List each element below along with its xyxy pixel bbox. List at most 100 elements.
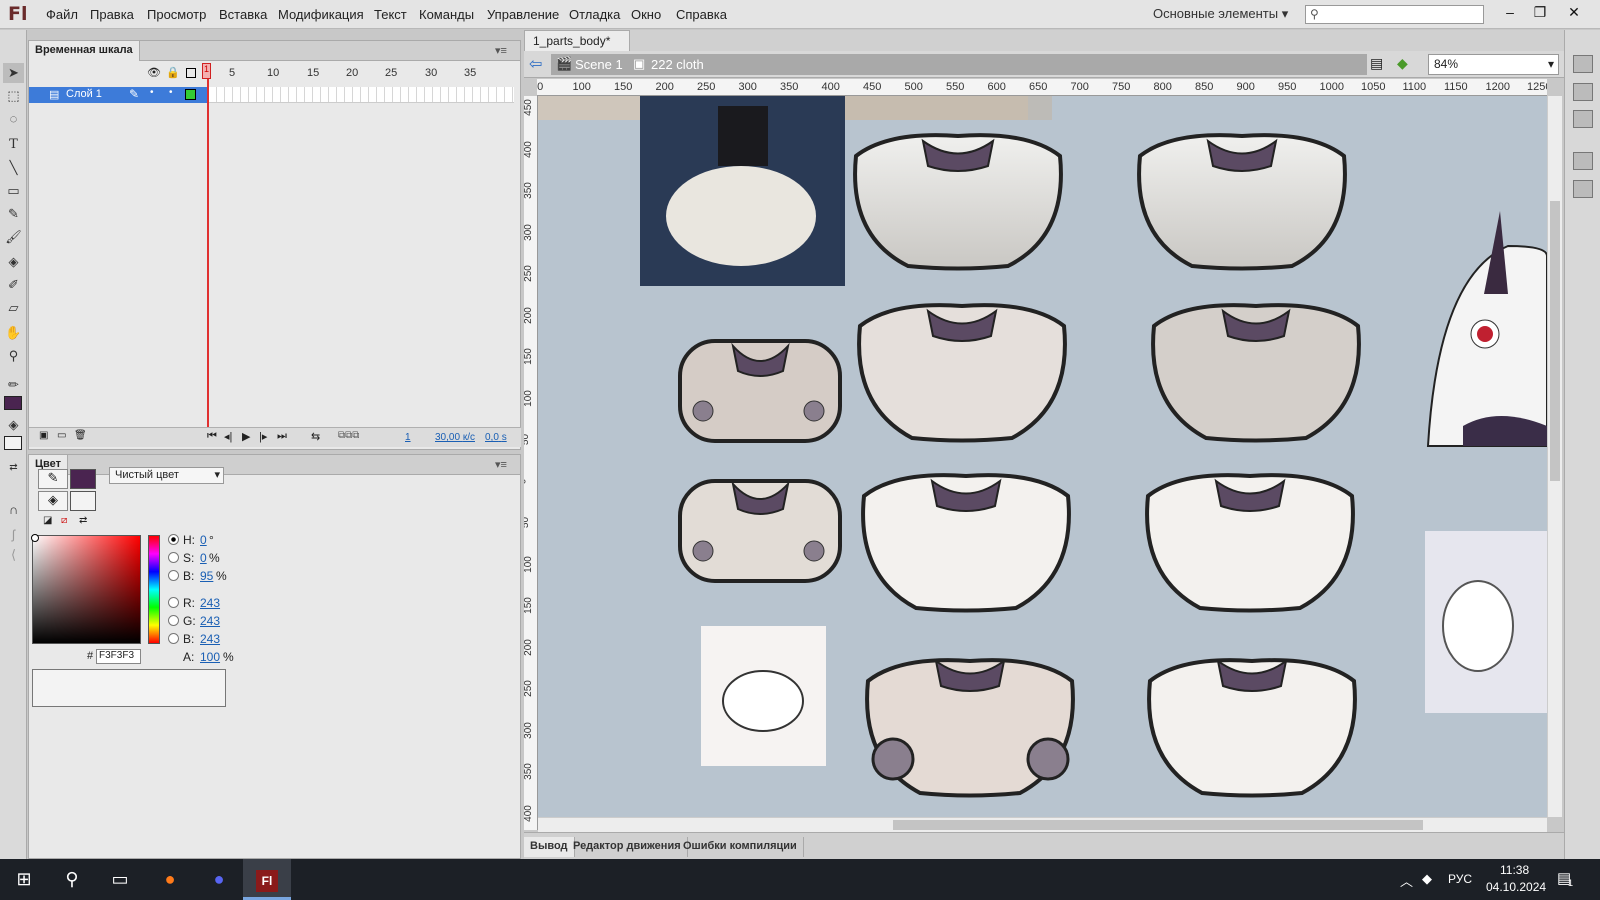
- layer-name-cell[interactable]: ▤ Слой 1 ✎ • •: [29, 87, 209, 103]
- fill-type-select[interactable]: Чистый цвет ▾: [109, 467, 224, 484]
- search-icon[interactable]: ⚲: [48, 859, 96, 900]
- lasso-tool-icon[interactable]: ◌: [3, 109, 24, 129]
- onion-skin-icon[interactable]: ⧉⧉⧉: [338, 430, 359, 441]
- menu-file[interactable]: Файл: [46, 7, 78, 22]
- zoom-select[interactable]: 84% ▾: [1428, 54, 1559, 75]
- subselection-tool-icon[interactable]: ⬚: [3, 86, 24, 106]
- fill-color-well[interactable]: [70, 491, 96, 511]
- firefox-icon[interactable]: ●: [146, 859, 194, 900]
- color-panel-menu-icon[interactable]: ▾≡: [495, 458, 507, 471]
- next-frame-icon[interactable]: |▸: [259, 430, 267, 443]
- b-value[interactable]: 95: [200, 569, 213, 583]
- eyedropper-icon[interactable]: ✐: [3, 275, 24, 295]
- stroke-color-swatch[interactable]: [4, 396, 22, 410]
- h-value[interactable]: 0: [200, 533, 207, 547]
- workspace-dropdown[interactable]: Основные элементы ▾: [1153, 6, 1288, 22]
- text-tool-icon[interactable]: T: [3, 135, 24, 155]
- stage-canvas[interactable]: [538, 96, 1547, 817]
- transform-icon[interactable]: [1573, 110, 1593, 128]
- back-arrow-icon[interactable]: ⇦: [529, 54, 542, 74]
- minimize-button[interactable]: –: [1496, 2, 1524, 24]
- library-icon[interactable]: [1573, 83, 1593, 101]
- rectangle-tool-icon[interactable]: ▭: [3, 181, 24, 201]
- stroke-color-well[interactable]: [70, 469, 96, 489]
- menu-help[interactable]: Справка: [676, 7, 727, 22]
- breadcrumb-symbol[interactable]: 222 cloth: [651, 57, 704, 72]
- default-colors-icon[interactable]: ◪: [43, 515, 52, 526]
- horizontal-scrollbar[interactable]: [538, 817, 1547, 832]
- radio-r[interactable]: [168, 597, 179, 608]
- search-input[interactable]: ⚲: [1305, 5, 1484, 24]
- loop-icon[interactable]: ⇆: [311, 430, 320, 443]
- menu-debug[interactable]: Отладка: [569, 7, 620, 22]
- close-button[interactable]: ✕: [1560, 2, 1588, 24]
- playhead[interactable]: 1: [202, 63, 211, 79]
- fps-value[interactable]: 30,00 к/с: [435, 432, 475, 443]
- zoom-tool-icon[interactable]: ⚲: [3, 346, 24, 366]
- vertical-scrollbar[interactable]: [1547, 96, 1562, 817]
- prev-frame-icon[interactable]: ◂|: [224, 430, 232, 443]
- lock-dot[interactable]: •: [169, 87, 173, 98]
- brush-tool-icon[interactable]: 🖌: [3, 227, 24, 247]
- document-tab[interactable]: 1_parts_body* ×: [524, 30, 630, 62]
- line-tool-icon[interactable]: ╲: [3, 158, 24, 178]
- frames-grid[interactable]: [209, 87, 514, 103]
- hex-input[interactable]: F3F3F3: [96, 649, 141, 664]
- flash-taskbar-icon[interactable]: Fl: [243, 859, 291, 900]
- swap-colors-icon[interactable]: ⇄: [3, 458, 24, 478]
- straighten-icon[interactable]: ⟨: [3, 545, 24, 565]
- s-value[interactable]: 0: [200, 551, 207, 565]
- components-icon[interactable]: [1573, 152, 1593, 170]
- alpha-value[interactable]: 100: [200, 650, 220, 664]
- radio-b[interactable]: [168, 570, 179, 581]
- hand-tool-icon[interactable]: ✋: [3, 323, 24, 343]
- outline-icon[interactable]: [186, 68, 196, 78]
- r-value[interactable]: 243: [200, 596, 220, 610]
- stroke-pencil-icon[interactable]: ✎: [38, 469, 68, 489]
- no-color-icon[interactable]: ⧄: [61, 515, 67, 526]
- blue-value[interactable]: 243: [200, 632, 220, 646]
- clock-date[interactable]: 04.10.2024: [1486, 880, 1546, 894]
- smooth-icon[interactable]: ʃ: [3, 525, 24, 545]
- language-indicator[interactable]: РУС: [1448, 872, 1472, 886]
- lock-icon[interactable]: 🔒: [166, 66, 180, 79]
- play-icon[interactable]: ▶: [242, 430, 250, 443]
- dropbox-icon[interactable]: ◆: [1422, 871, 1432, 887]
- g-value[interactable]: 243: [200, 614, 220, 628]
- picker-cursor[interactable]: [31, 534, 39, 542]
- menu-commands[interactable]: Команды: [419, 7, 474, 22]
- tray-chevron-icon[interactable]: ︿: [1400, 871, 1413, 890]
- current-frame-value[interactable]: 1: [405, 432, 411, 443]
- menu-window[interactable]: Окно: [631, 7, 661, 22]
- stroke-color-icon[interactable]: ✏: [3, 375, 24, 395]
- menu-view[interactable]: Просмотр: [147, 7, 206, 22]
- windows-start-icon[interactable]: ⊞: [0, 859, 48, 900]
- menu-modify[interactable]: Модификация: [278, 7, 364, 22]
- eraser-icon[interactable]: ▱: [3, 298, 24, 318]
- clock-time[interactable]: 11:38: [1500, 863, 1529, 877]
- delete-layer-icon[interactable]: 🗑: [74, 430, 87, 441]
- radio-h[interactable]: [168, 534, 179, 545]
- edit-scene-icon[interactable]: ▤: [1370, 55, 1383, 72]
- radio-blue[interactable]: [168, 633, 179, 644]
- stage-artwork[interactable]: [538, 96, 1547, 817]
- properties-icon[interactable]: [1573, 55, 1593, 73]
- layer-color-swatch[interactable]: [185, 89, 196, 100]
- visibility-dot[interactable]: •: [150, 87, 154, 98]
- discord-icon[interactable]: ●: [195, 859, 243, 900]
- timeline-tab[interactable]: Временная шкала: [29, 41, 140, 61]
- paint-bucket-icon[interactable]: ◈: [3, 252, 24, 272]
- hue-slider[interactable]: [148, 535, 160, 644]
- new-layer-icon[interactable]: ▣: [39, 430, 48, 441]
- horizontal-scroll-thumb[interactable]: [893, 820, 1423, 830]
- restore-button[interactable]: ❐: [1526, 2, 1554, 24]
- menu-control[interactable]: Управление: [487, 7, 559, 22]
- eye-icon[interactable]: 👁: [147, 66, 161, 79]
- fill-color-icon[interactable]: ◈: [3, 415, 24, 435]
- fill-color-swatch[interactable]: [4, 436, 22, 450]
- layer-row[interactable]: ▤ Слой 1 ✎ • •: [29, 87, 521, 103]
- radio-g[interactable]: [168, 615, 179, 626]
- saturation-brightness-picker[interactable]: [32, 535, 141, 644]
- last-frame-icon[interactable]: ⏭: [277, 430, 287, 443]
- vertical-scroll-thumb[interactable]: [1550, 201, 1560, 481]
